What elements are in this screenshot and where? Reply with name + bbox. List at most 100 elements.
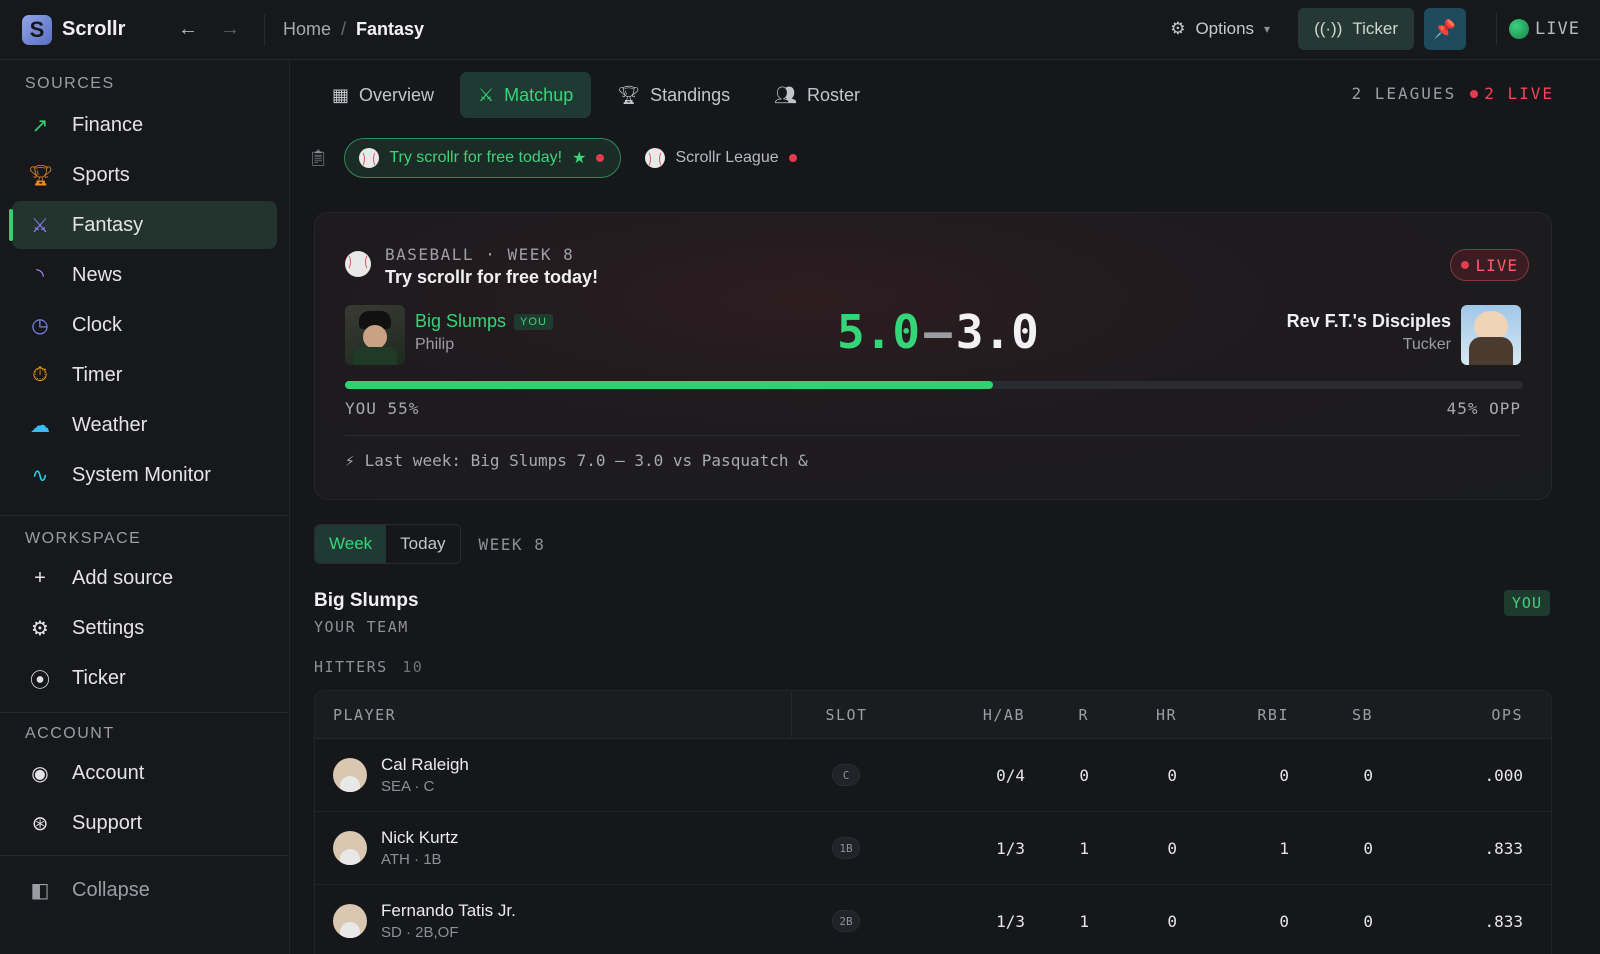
collapse-panel-icon: ◧	[30, 879, 50, 902]
breadcrumb-home[interactable]: Home	[283, 19, 331, 40]
pin-button[interactable]: 📌	[1424, 8, 1467, 50]
cell-rbi: 0	[1279, 911, 1289, 931]
my-team-owner: Philip	[415, 336, 455, 353]
league-pill-label: Try scrollr for free today!	[389, 149, 563, 166]
league-pill-label: Scrollr League	[675, 149, 779, 166]
sidebar-item-add-source[interactable]: + Add source	[12, 554, 277, 602]
scrollr-logo: S	[22, 14, 52, 45]
live-dot-icon	[788, 154, 797, 162]
sidebar-item-label: Finance	[72, 113, 144, 136]
lifebuoy-icon: ⊛	[31, 812, 49, 835]
week-label: WEEK 8	[478, 534, 546, 554]
col-sb[interactable]: SB	[1301, 706, 1385, 724]
sidebar-item-timer[interactable]: ⏱︎ Timer	[12, 351, 277, 399]
tab-matchup[interactable]: ⚔ Matchup	[460, 72, 592, 118]
leagues-summary: 2 LEAGUES 2 LIVE	[1352, 84, 1555, 103]
options-button[interactable]: ⚙ Options ▾	[1152, 19, 1288, 39]
table-row[interactable]: Cal Raleigh SEA · C C 0/4 0 0 0 0 .000	[315, 739, 1551, 812]
scoreboard: 5.0 – 3.0	[837, 305, 1039, 359]
live-dot-icon	[596, 154, 605, 162]
weather-icon: ☁	[30, 414, 50, 437]
matchup-card: BASEBALL · WEEK 8 Try scrollr for free t…	[314, 212, 1552, 500]
sidebar-item-system-monitor[interactable]: ∿ System Monitor	[12, 451, 277, 499]
table-row[interactable]: Nick Kurtz ATH · 1B 1B 1/3 1 0 1 0 .833	[315, 812, 1551, 885]
my-team[interactable]: Big Slumps YOU Philip	[415, 311, 553, 354]
plus-icon: +	[34, 566, 46, 589]
tab-overview[interactable]: ▦ Overview	[314, 72, 452, 118]
score-separator: –	[924, 305, 952, 359]
lightning-icon: ⚡︎	[345, 451, 355, 470]
trophy-icon: 🏆︎	[28, 164, 54, 187]
forward-arrow-icon[interactable]: →	[220, 18, 240, 41]
prob-opp: 45% OPP	[1446, 399, 1521, 418]
col-rbi[interactable]: RBI	[1189, 706, 1301, 724]
live-dot-icon	[1470, 89, 1479, 98]
sliders-icon: ⚙	[1170, 19, 1186, 38]
col-hr[interactable]: HR	[1101, 706, 1189, 724]
sidebar-item-account[interactable]: ◉ Account	[12, 749, 277, 797]
period-toggle: Week Today WEEK 8	[314, 524, 545, 564]
player-name: Cal Raleigh	[381, 755, 469, 774]
sidebar: SOURCES ↗ Finance 🏆︎ Sports ⚔ Fantasy ◝ …	[0, 60, 290, 954]
sidebar-collapse-button[interactable]: ◧ Collapse	[12, 866, 277, 914]
slot-badge: C	[832, 764, 860, 787]
globe-icon	[1509, 19, 1530, 39]
live-count: 2 LIVE	[1470, 84, 1554, 103]
clipboard-icon[interactable]: 📋︎	[308, 148, 328, 168]
sidebar-item-sports[interactable]: 🏆︎ Sports	[12, 151, 277, 199]
cell-rbi: 0	[1279, 765, 1289, 785]
player-avatar	[333, 758, 367, 792]
sidebar-item-label: Clock	[72, 313, 123, 336]
back-arrow-icon[interactable]: ←	[178, 18, 198, 41]
sidebar-divider	[0, 712, 289, 713]
sources-title: SOURCES	[25, 75, 115, 92]
opp-team[interactable]: Rev F.T.'s Disciples Tucker	[1287, 311, 1451, 354]
live-badge: LIVE	[1450, 249, 1529, 281]
table-row[interactable]: Fernando Tatis Jr. SD · 2B,OF 2B 1/3 1 0…	[315, 885, 1551, 954]
tab-roster[interactable]: 👥︎ Roster	[756, 72, 878, 118]
col-player[interactable]: PLAYER	[315, 706, 791, 724]
cell-hr: 0	[1167, 765, 1177, 785]
sidebar-item-label: Fantasy	[72, 213, 144, 236]
col-ops[interactable]: OPS	[1385, 706, 1535, 724]
live-dot-icon	[1461, 261, 1470, 269]
tab-standings[interactable]: 🏆︎ Standings	[599, 72, 748, 118]
win-probability-bar	[345, 381, 1523, 389]
sidebar-item-ticker[interactable]: ⦿ Ticker	[12, 654, 277, 702]
live-status[interactable]: LIVE	[1496, 13, 1580, 45]
col-r[interactable]: R	[1037, 706, 1101, 724]
last-week: ⚡︎ Last week: Big Slumps 7.0 – 3.0 vs Pa…	[345, 451, 808, 470]
my-team-avatar	[345, 305, 405, 365]
sidebar-item-label: Settings	[72, 616, 145, 639]
col-hab[interactable]: H/AB	[901, 706, 1037, 724]
sidebar-item-news[interactable]: ◝ News	[12, 251, 277, 299]
account-title: ACCOUNT	[25, 725, 115, 742]
period-week[interactable]: Week	[315, 525, 387, 563]
period-today[interactable]: Today	[386, 525, 459, 563]
hitters-count: 10	[402, 658, 424, 676]
league-pill-try-scrollr[interactable]: Try scrollr for free today! ★	[344, 138, 622, 178]
sidebar-item-settings[interactable]: ⚙ Settings	[12, 604, 277, 652]
league-pill-scrollr-league[interactable]: Scrollr League	[631, 138, 812, 178]
brand[interactable]: S Scrollr	[0, 14, 148, 45]
sidebar-item-support[interactable]: ⊛ Support	[12, 799, 277, 847]
sidebar-item-label: Sports	[72, 163, 130, 186]
sidebar-item-finance[interactable]: ↗ Finance	[12, 101, 277, 149]
cell-sb: 0	[1363, 838, 1373, 858]
live-status-label: LIVE	[1535, 19, 1580, 39]
sidebar-item-label: Weather	[72, 413, 148, 436]
sidebar-divider	[0, 855, 289, 856]
opp-score: 3.0	[955, 305, 1039, 359]
slot-badge: 2B	[832, 910, 860, 933]
ticker-button[interactable]: ((·)) Ticker	[1298, 8, 1415, 50]
breadcrumb: Home / Fantasy	[265, 19, 424, 40]
sidebar-item-fantasy[interactable]: ⚔ Fantasy	[9, 201, 277, 249]
col-slot[interactable]: SLOT	[791, 691, 901, 739]
sidebar-item-clock[interactable]: ◷ Clock	[12, 301, 277, 349]
collapse-label: Collapse	[72, 878, 150, 901]
opp-team-avatar	[1461, 305, 1521, 365]
you-badge: YOU	[1503, 590, 1550, 616]
sidebar-item-weather[interactable]: ☁ Weather	[12, 401, 277, 449]
breadcrumb-separator: /	[341, 19, 347, 39]
sidebar-item-label: Support	[72, 811, 143, 834]
